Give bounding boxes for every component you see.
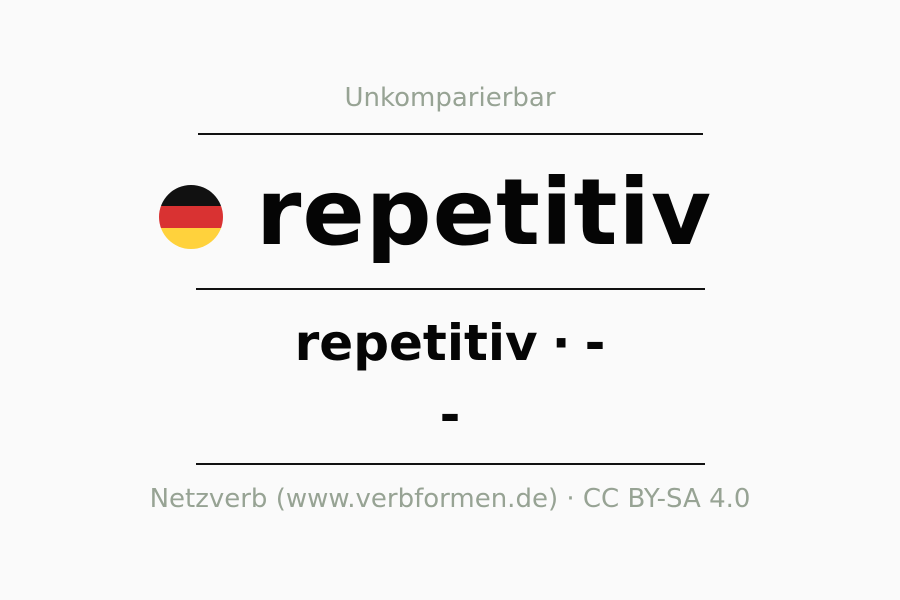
flag-band-gold [159, 227, 223, 249]
superlative-row: - [0, 384, 900, 446]
top-divider [198, 133, 703, 135]
comparison-note: Unkomparierbar [344, 83, 556, 113]
positive-form: repetitiv [294, 314, 538, 372]
bottom-divider [196, 463, 705, 465]
comparative-form: - [584, 314, 606, 372]
flag-band-red [159, 206, 223, 228]
headword: repetitiv [256, 159, 713, 266]
middle-divider [196, 288, 705, 290]
attribution-footer: Netzverb (www.verbformen.de) · CC BY-SA … [149, 484, 751, 514]
form-separator: · [551, 314, 571, 372]
flag-band-black [159, 185, 223, 207]
headline: repetitiv [0, 158, 900, 268]
adjective-forms: repetitiv · - [0, 312, 900, 374]
germany-flag-icon [159, 185, 223, 249]
superlative-form: - [439, 386, 461, 444]
